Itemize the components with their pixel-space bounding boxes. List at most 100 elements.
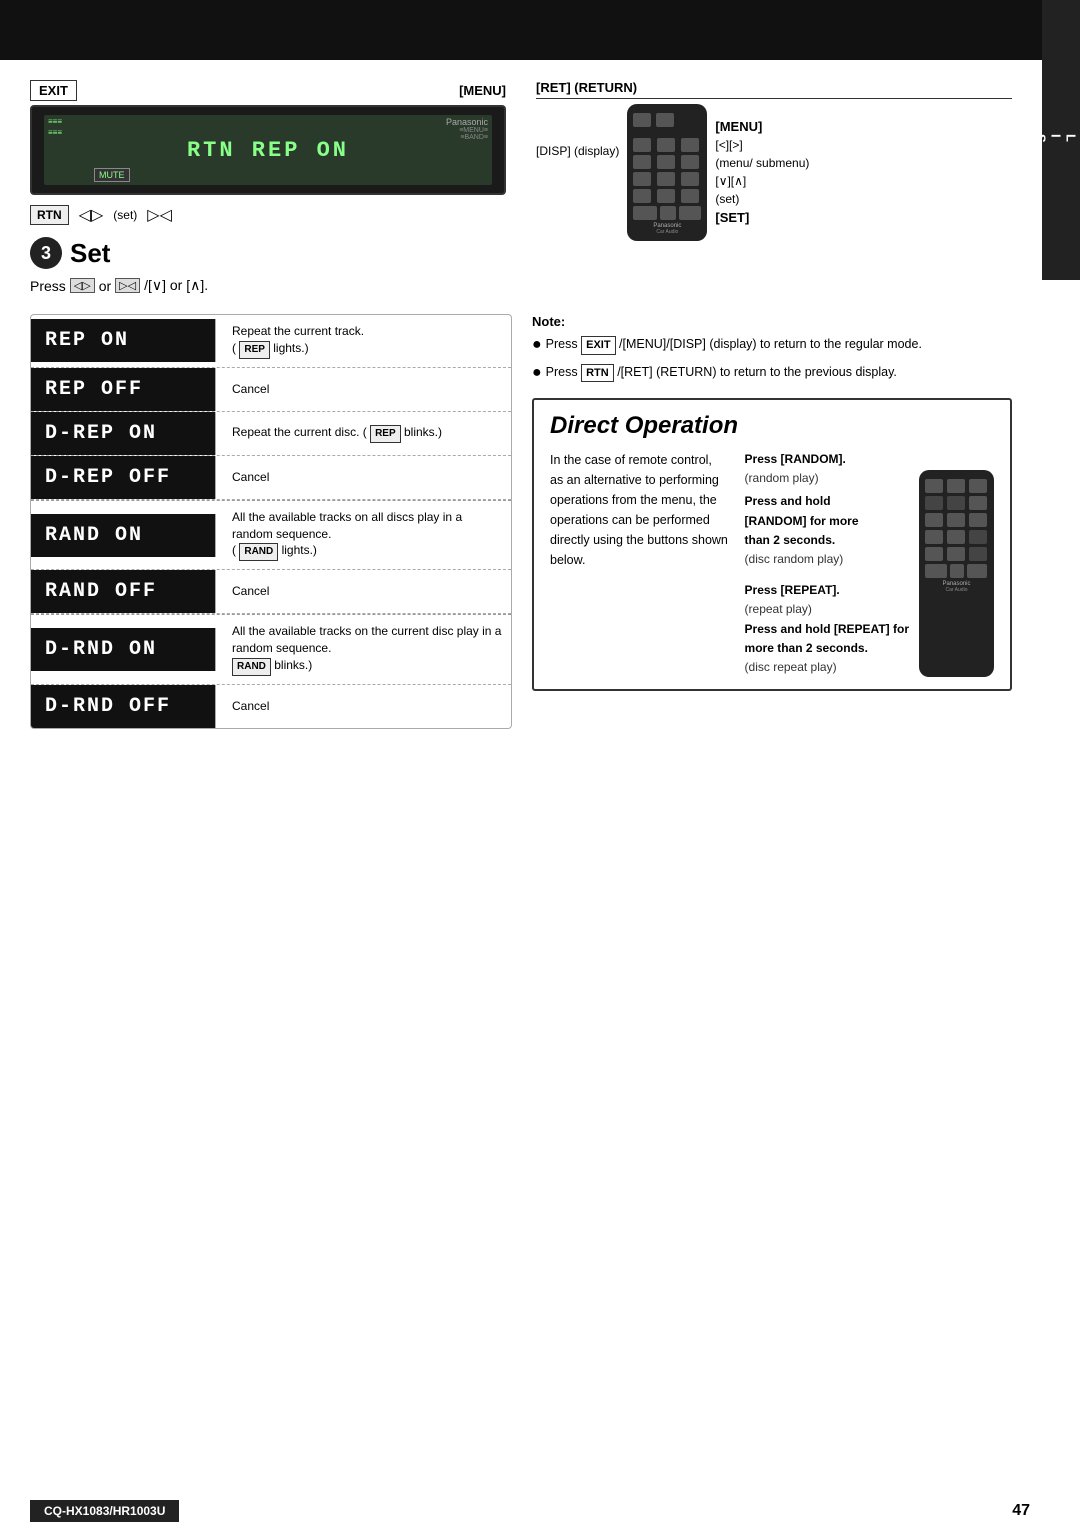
inst-3-bold: Press [REPEAT].	[745, 583, 840, 597]
inst-1: Press [RANDOM]. (random play)	[745, 450, 909, 488]
sr-car-audio: Car Audio	[925, 587, 988, 593]
option-desc-drep-off: Cancel	[226, 461, 511, 494]
option-desc-rep-on: Repeat the current track. ( REP lights.)	[226, 315, 511, 367]
sr-btn-6	[969, 496, 987, 510]
inst-4-sub: (disc repeat play)	[745, 660, 837, 674]
option-desc-rand-on: All the available tracks on all discs pl…	[226, 501, 511, 570]
r-btn-10	[633, 172, 651, 186]
ret-return-area: [RET] (RETURN) [DISP] (display)	[536, 80, 1012, 241]
option-group-rand-on: RAND ON All the available tracks on all …	[31, 501, 511, 571]
sr-btn-9	[969, 513, 987, 527]
direct-op-title: Direct Operation	[550, 412, 994, 440]
inst-3-sub: (repeat play)	[745, 602, 812, 616]
small-remote: Panasonic Car Audio	[919, 470, 994, 677]
r-btn-9	[681, 155, 699, 169]
r-btn-13	[633, 189, 651, 203]
rep-tag-1: REP	[239, 341, 270, 359]
menu-label: [MENU]	[459, 83, 506, 98]
r-btn-15	[681, 189, 699, 203]
inst-3: Press [REPEAT]. (repeat play)	[745, 581, 909, 619]
top-section: EXIT [MENU] ≡≡≡ ≡≡≡ RTN REP ON Panasonic…	[30, 80, 1012, 294]
option-display-rep-off: REP OFF	[31, 368, 216, 411]
option-desc-rand-off: Cancel	[226, 575, 511, 608]
top-btn-grid	[633, 113, 701, 135]
display-inner: ≡≡≡ ≡≡≡ RTN REP ON Panasonic ≡MENU≡ ≡BAN…	[44, 115, 492, 185]
set-arrow-right: ▷◁	[147, 205, 172, 225]
sr-bottom-row	[925, 564, 988, 578]
sr-btn-13	[925, 547, 943, 561]
ret-return-label-block: [RET] (RETURN) [DISP] (display)	[536, 80, 1012, 241]
side-page-number: 20	[999, 137, 1019, 153]
sr-btn-8	[947, 513, 965, 527]
step-number: 3	[30, 237, 62, 269]
rtn-button: RTN	[30, 205, 69, 225]
option-row-drnd-off: D-RND OFF Cancel	[31, 685, 511, 728]
r-btn-14	[657, 189, 675, 203]
option-display-rep-on: REP ON	[31, 319, 216, 362]
main-content: EXIT [MENU] ≡≡≡ ≡≡≡ RTN REP ON Panasonic…	[0, 60, 1042, 1532]
display-left-labels: ≡≡≡ ≡≡≡	[48, 117, 62, 137]
option-group-drep-off: D-REP OFF Cancel	[31, 456, 511, 500]
r-btn-11	[657, 172, 675, 186]
mid-btn-grid-2	[633, 155, 701, 169]
or-label-1: or	[99, 278, 111, 294]
note-item-2: ● Press RTN /[RET] (RETURN) to return to…	[532, 363, 1012, 383]
option-display-rand-off: RAND OFF	[31, 570, 216, 613]
inst-2: Press and hold[RANDOM] for morethan 2 se…	[745, 492, 909, 569]
bullet-1: ●	[532, 335, 542, 355]
footer-page-number: 47	[1012, 1502, 1030, 1520]
option-group-rep-on: REP ON Repeat the current track. ( REP l…	[31, 315, 511, 368]
ret-return-label: [RET] (RETURN)	[536, 80, 1012, 99]
option-desc-drnd-off: Cancel	[226, 690, 511, 723]
right-panel: [RET] (RETURN) [DISP] (display)	[536, 80, 1012, 294]
option-display-drnd-off: D-RND OFF	[31, 685, 216, 728]
sr-btn-17	[950, 564, 964, 578]
header-bar	[0, 0, 1042, 60]
rand-tag-1: RAND	[239, 543, 278, 561]
right-side-labels: [MENU] [<][>] (menu/ submenu) [∨][∧] (se…	[715, 119, 809, 225]
sr-btn-15	[969, 547, 987, 561]
sr-btn-10	[925, 530, 943, 544]
option-desc-rep-off: Cancel	[226, 373, 511, 406]
option-display-rand-on: RAND ON	[31, 514, 216, 557]
remote-left-labels: [DISP] (display)	[536, 144, 619, 158]
option-group-drnd-on: D-RND ON All the available tracks on the…	[31, 615, 511, 685]
notes-section: Note: ● Press EXIT /[MENU]/[DISP] (displ…	[532, 314, 1012, 729]
device-display: ≡≡≡ ≡≡≡ RTN REP ON Panasonic ≡MENU≡ ≡BAN…	[30, 105, 506, 195]
sr-grid-1	[925, 479, 988, 493]
direct-op-description: In the case of remote control, as an alt…	[550, 450, 729, 677]
option-group-drep-on: D-REP ON Repeat the current disc. ( REP …	[31, 412, 511, 456]
sr-btn-4	[925, 496, 943, 510]
sr-btn-3	[969, 479, 987, 493]
direct-op-instructions: Press [RANDOM]. (random play) Press and …	[745, 450, 909, 677]
option-desc-drnd-on: All the available tracks on the current …	[226, 615, 511, 684]
note-text-2: Press RTN /[RET] (RETURN) to return to t…	[546, 363, 897, 383]
sr-grid-5	[925, 547, 988, 561]
option-row-rep-off: REP OFF Cancel	[31, 368, 511, 411]
r-btn-17	[660, 206, 676, 220]
sr-grid-4	[925, 530, 988, 544]
side-tab: ENGLISH 20	[1042, 0, 1080, 280]
display-bottom: MUTE	[94, 170, 130, 181]
set-label: (set)	[113, 208, 137, 222]
rep-tag-2: REP	[370, 425, 401, 443]
or-label-2: /[∨] or [∧].	[144, 277, 208, 294]
option-row-drep-off: D-REP OFF Cancel	[31, 456, 511, 499]
left-panel: EXIT [MENU] ≡≡≡ ≡≡≡ RTN REP ON Panasonic…	[30, 80, 506, 294]
rtn-inline-box: RTN	[581, 364, 614, 383]
press-instruction: Press ◁▷ or ▷◁ /[∨] or [∧].	[30, 277, 506, 294]
r-btn-4	[633, 138, 651, 152]
language-label: ENGLISH	[1018, 134, 1080, 146]
menu-right-label: [MENU]	[715, 119, 809, 134]
bottom-btn-row	[633, 206, 701, 220]
mid-btn-grid-1	[633, 138, 701, 152]
display-text: RTN REP ON	[187, 138, 349, 163]
step-section: 3 Set Press ◁▷ or ▷◁ /[∨] or [∧].	[30, 237, 506, 294]
footer: CQ-HX1083/HR1003U 47	[30, 1500, 1030, 1522]
inst-4-bold: Press and hold [REPEAT] formore than 2 s…	[745, 622, 909, 655]
sr-btn-7	[925, 513, 943, 527]
r-btn-5	[657, 138, 675, 152]
arrows-label: [<][>]	[715, 138, 809, 152]
remote-body: Panasonic Car Audio	[627, 104, 707, 241]
arrow-left: ◁▷	[70, 278, 95, 293]
